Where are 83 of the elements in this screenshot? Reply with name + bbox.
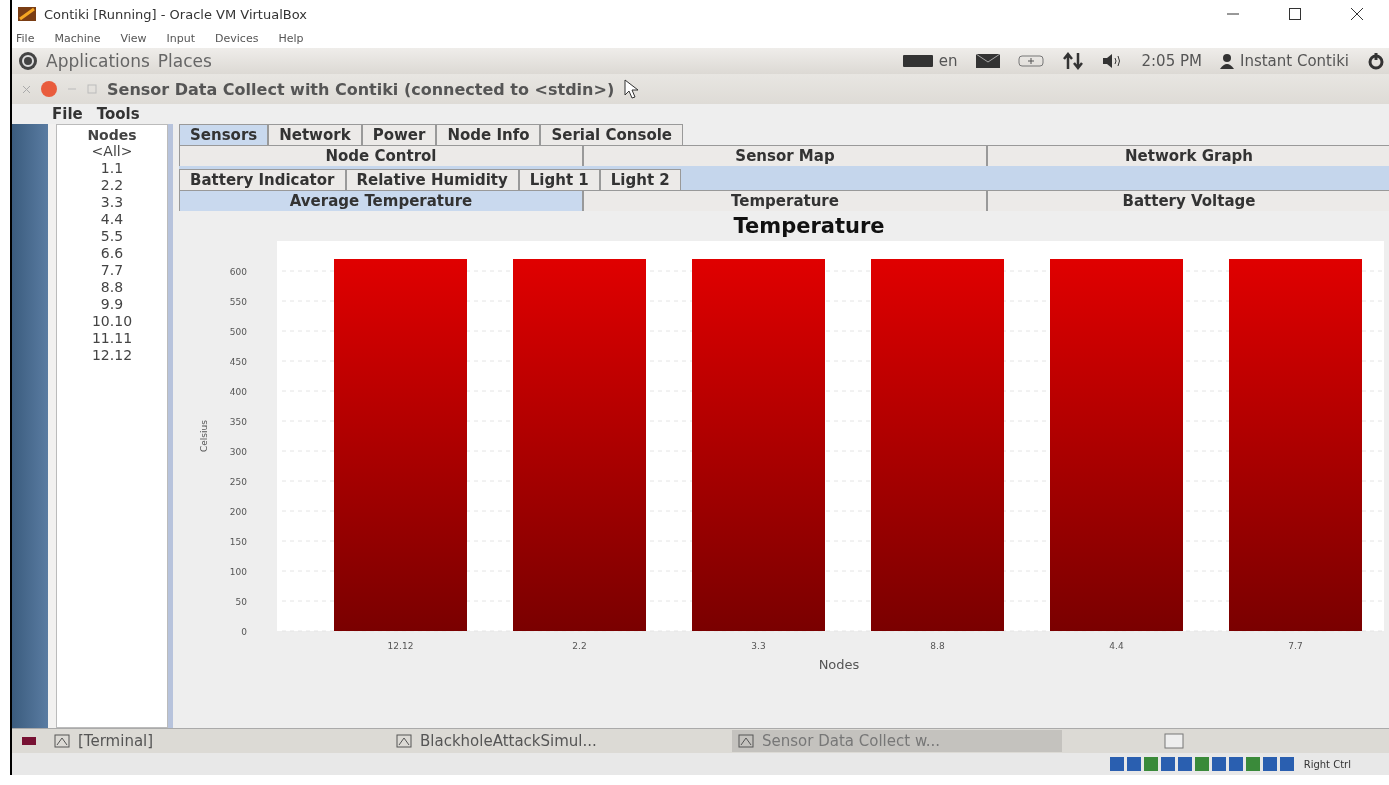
- axis-tick-label: 300: [229, 447, 247, 457]
- tab[interactable]: Relative Humidity: [345, 169, 519, 190]
- menu-item[interactable]: View: [120, 31, 147, 45]
- tab[interactable]: Node Info: [436, 124, 541, 145]
- taskbar-button[interactable]: BlackholeAttackSimul...: [390, 730, 720, 752]
- menu-item[interactable]: Tools: [96, 105, 140, 123]
- axis-tick-label: 400: [229, 387, 247, 397]
- axis-tick-label: 100: [229, 567, 247, 577]
- tab[interactable]: Serial Console: [540, 124, 684, 145]
- chart-title: Temperature: [733, 214, 885, 238]
- node-item[interactable]: 3.3: [100, 194, 124, 211]
- tab[interactable]: Power: [361, 124, 437, 145]
- axis-tick-label: 250: [229, 477, 247, 487]
- node-item[interactable]: 8.8: [100, 279, 124, 296]
- axis-tick-label: 0: [241, 627, 247, 637]
- axis-tick-label: 8.8: [930, 641, 945, 651]
- node-item[interactable]: 5.5: [100, 228, 124, 245]
- window-title: Sensor Data Collect with Contiki (connected to <stdin>): [107, 79, 615, 99]
- ubuntu-logo-icon: [18, 51, 38, 71]
- mouse-cursor-icon: [624, 79, 641, 99]
- axis-tick-label: 7.7: [1288, 641, 1303, 651]
- tab[interactable]: Sensor Map: [583, 145, 987, 166]
- user-name[interactable]: Instant Contiki: [1239, 52, 1349, 70]
- axis-tick-label: 150: [229, 537, 247, 547]
- menu-item[interactable]: Machine: [54, 31, 101, 45]
- axis-tick-label: 500: [229, 327, 247, 337]
- tab[interactable]: Network: [268, 124, 362, 145]
- node-item[interactable]: 6.6: [100, 245, 124, 262]
- menu-item[interactable]: Input: [166, 31, 196, 45]
- close-icon[interactable]: [1350, 7, 1364, 21]
- window-icon: [54, 734, 70, 748]
- menu-item[interactable]: Help: [278, 31, 304, 45]
- node-item[interactable]: 12.12: [91, 347, 133, 364]
- battery-icon[interactable]: [1017, 55, 1044, 67]
- axis-tick-label: 600: [229, 267, 247, 277]
- menu-item[interactable]: File: [16, 31, 35, 45]
- axis-tick-label: 200: [229, 507, 247, 517]
- taskbar-button[interactable]: [Terminal]: [48, 730, 378, 752]
- axis-tick-label: 2.2: [572, 641, 587, 651]
- tab[interactable]: Average Temperature: [179, 190, 583, 211]
- axis-title: Celsius: [199, 420, 209, 452]
- keyboard-icon[interactable]: [902, 55, 933, 67]
- maximize-icon[interactable]: [1288, 7, 1302, 21]
- language-indicator[interactable]: en: [938, 52, 958, 70]
- tab[interactable]: Battery Indicator: [179, 169, 346, 190]
- mail-icon[interactable]: [975, 54, 1000, 68]
- node-item[interactable]: 7.7: [100, 262, 124, 279]
- node-item[interactable]: 10.10: [91, 313, 133, 330]
- tab[interactable]: Battery Voltage: [987, 190, 1389, 211]
- tab[interactable]: Temperature: [583, 190, 987, 211]
- tab[interactable]: Light 2: [599, 169, 681, 190]
- node-item[interactable]: <All>: [91, 143, 133, 160]
- node-item[interactable]: 1.1: [100, 160, 124, 177]
- axis-title: Nodes: [818, 657, 860, 672]
- tab[interactable]: Node Control: [179, 145, 583, 166]
- list-header: Nodes: [87, 127, 137, 143]
- host-key-label: Right Ctrl: [1303, 758, 1351, 770]
- panel-menu[interactable]: Applications: [46, 51, 150, 71]
- axis-tick-label: 550: [229, 297, 247, 307]
- tab[interactable]: Sensors: [179, 124, 269, 145]
- node-item[interactable]: 2.2: [100, 177, 124, 194]
- power-icon[interactable]: [1367, 52, 1385, 70]
- clock[interactable]: 2:05 PM: [1141, 52, 1202, 70]
- node-item[interactable]: 11.11: [91, 330, 133, 347]
- menu-item[interactable]: File: [52, 105, 83, 123]
- user-icon[interactable]: [1219, 53, 1234, 69]
- axis-tick-label: 350: [229, 417, 247, 427]
- axis-tick-label: 50: [235, 597, 247, 607]
- node-item[interactable]: 9.9: [100, 296, 124, 313]
- panel-menu[interactable]: Places: [157, 51, 212, 71]
- tab[interactable]: Light 1: [518, 169, 600, 190]
- axis-tick-label: 450: [229, 357, 247, 367]
- window-icon: [738, 734, 754, 748]
- window-title: Contiki [Running] - Oracle VM VirtualBox: [44, 6, 307, 22]
- axis-tick-label: 12.12: [387, 641, 414, 651]
- tab[interactable]: Network Graph: [987, 145, 1389, 166]
- window-icon: [396, 734, 412, 748]
- axis-tick-label: 3.3: [751, 641, 766, 651]
- axis-tick-label: 4.4: [1109, 641, 1124, 651]
- app-logo-icon: [18, 7, 36, 21]
- network-arrows-icon[interactable]: [1061, 52, 1084, 70]
- menu-item[interactable]: Devices: [215, 31, 259, 45]
- node-item[interactable]: 4.4: [100, 211, 124, 228]
